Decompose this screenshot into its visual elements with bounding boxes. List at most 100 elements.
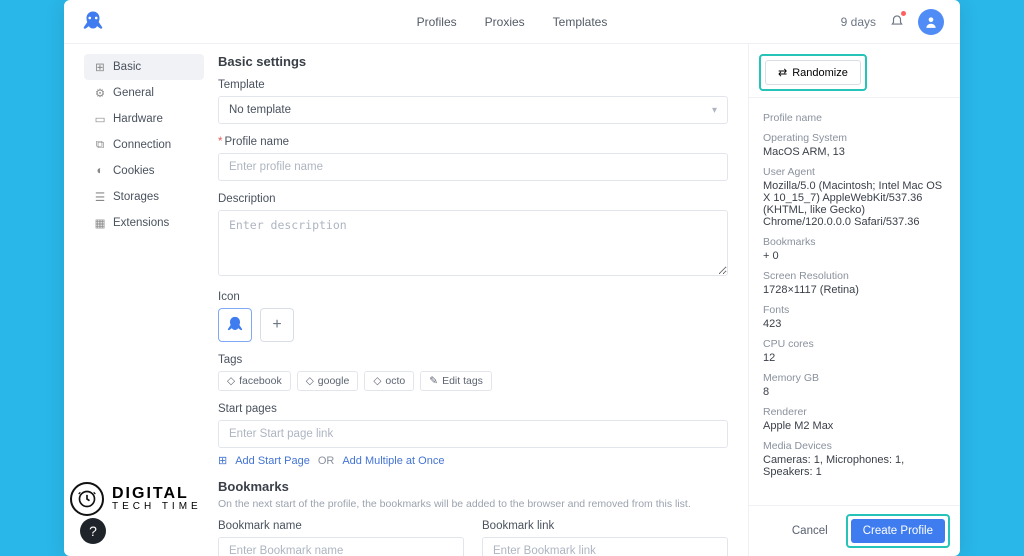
meta-renderer-value: Apple M2 Max [763,420,946,432]
description-textarea[interactable] [218,210,728,276]
profile-name-input[interactable] [218,153,728,181]
meta-os-label: Operating System [763,132,946,144]
bookmarks-title: Bookmarks [218,479,728,494]
sidebar-item-label: Hardware [113,113,163,125]
content: ⊞ Basic ⚙ General ▭ Hardware ⧉ Connectio… [64,44,748,556]
summary-scroll[interactable]: Profile name Operating System MacOS ARM,… [749,98,960,505]
link-icon: ⧉ [94,139,106,151]
bookmarks-hint: On the next start of the profile, the bo… [218,498,728,510]
sidebar-item-cookies[interactable]: ◐ Cookies [84,158,204,184]
form-column: Basic settings Template No template ▾ *P… [204,54,748,556]
nav-templates[interactable]: Templates [553,15,608,29]
meta-mem-label: Memory GB [763,372,946,384]
tag-icon: ◇ [306,375,314,387]
puzzle-icon: ▦ [94,217,106,229]
or-text: OR [318,455,335,467]
user-avatar[interactable] [918,9,944,35]
randomize-button[interactable]: ⇄ Randomize [765,60,861,85]
sidebar-item-hardware[interactable]: ▭ Hardware [84,106,204,132]
main-area: ⊞ Basic ⚙ General ▭ Hardware ⧉ Connectio… [64,44,960,556]
meta-bookmarks-label: Bookmarks [763,236,946,248]
meta-profile-name-label: Profile name [763,112,946,124]
tags-label: Tags [218,354,728,366]
edit-tags-button[interactable]: ✎Edit tags [420,371,492,391]
tag-item[interactable]: ◇octo [364,371,414,391]
sidebar-item-label: Connection [113,139,171,151]
profile-name-label: *Profile name [218,136,728,148]
nav-proxies[interactable]: Proxies [485,15,525,29]
sidebar-item-connection[interactable]: ⧉ Connection [84,132,204,158]
create-profile-button[interactable]: Create Profile [851,519,945,543]
meta-ua-label: User Agent [763,166,946,178]
description-label: Description [218,193,728,205]
sidebar-item-extensions[interactable]: ▦ Extensions [84,210,204,236]
template-select[interactable]: No template ▾ [218,96,728,124]
sidebar-item-label: Extensions [113,217,169,229]
chevron-down-icon: ▾ [712,105,717,116]
tag-icon: ◇ [373,375,381,387]
nav-profiles[interactable]: Profiles [417,15,457,29]
sidebar-item-basic[interactable]: ⊞ Basic [84,54,204,80]
icon-label: Icon [218,291,728,303]
meta-ua-value: Mozilla/5.0 (Macintosh; Intel Mac OS X 1… [763,180,946,228]
meta-os-value: MacOS ARM, 13 [763,146,946,158]
add-start-page-link[interactable]: Add Start Page [235,455,310,467]
notifications-icon[interactable] [890,13,904,30]
section-title: Basic settings [218,54,728,69]
meta-res-value: 1728×1117 (Retina) [763,284,946,296]
header-right: 9 days [841,9,944,35]
sidebar-item-label: Storages [113,191,159,203]
nav-tabs: Profiles Proxies Templates [417,15,608,29]
template-label: Template [218,79,728,91]
watermark-clock-icon [70,482,104,516]
add-multiple-link[interactable]: Add Multiple at Once [342,455,444,467]
start-pages-label: Start pages [218,403,728,415]
add-icon-button[interactable]: + [260,308,294,342]
selected-icon[interactable] [218,308,252,342]
bookmark-link-label: Bookmark link [482,520,728,532]
bookmark-name-label: Bookmark name [218,520,464,532]
meta-cpu-value: 12 [763,352,946,364]
tag-icon: ◇ [227,375,235,387]
trial-days: 9 days [841,15,876,29]
tag-item[interactable]: ◇google [297,371,359,391]
plus-square-icon: ⊞ [218,454,227,467]
sidebar-item-storages[interactable]: ☰ Storages [84,184,204,210]
gear-icon: ⚙ [94,87,106,99]
meta-renderer-label: Renderer [763,406,946,418]
meta-media-label: Media Devices [763,440,946,452]
app-logo [80,9,106,35]
database-icon: ☰ [94,191,106,203]
tag-item[interactable]: ◇facebook [218,371,291,391]
meta-fonts-value: 423 [763,318,946,330]
meta-bookmarks-value: + 0 [763,250,946,262]
sidebar-item-general[interactable]: ⚙ General [84,80,204,106]
sidebar-item-label: General [113,87,154,99]
bookmark-name-input[interactable] [218,537,464,556]
cancel-button[interactable]: Cancel [782,519,838,543]
meta-mem-value: 8 [763,386,946,398]
shuffle-icon: ⇄ [778,66,787,79]
template-value: No template [229,104,291,116]
watermark: DIGITAL TECH TIME [70,482,202,516]
sidebar-item-label: Basic [113,61,141,73]
meta-fonts-label: Fonts [763,304,946,316]
sidebar-item-label: Cookies [113,165,155,177]
pencil-icon: ✎ [429,375,438,387]
basic-icon: ⊞ [94,61,106,73]
help-button[interactable]: ? [80,518,106,544]
cookie-icon: ◐ [94,165,106,177]
start-page-input[interactable] [218,420,728,448]
meta-res-label: Screen Resolution [763,270,946,282]
watermark-line2: TECH TIME [112,502,202,512]
bookmark-link-input[interactable] [482,537,728,556]
laptop-icon: ▭ [94,113,106,125]
app-window: Profiles Proxies Templates 9 days ⊞ Basi… [64,0,960,556]
meta-media-value: Cameras: 1, Microphones: 1, Speakers: 1 [763,454,946,478]
summary-panel: ⇄ Randomize Profile name Operating Syste… [748,44,960,556]
watermark-line1: DIGITAL [112,486,202,502]
panel-footer: Cancel Create Profile [749,505,960,556]
settings-sidebar: ⊞ Basic ⚙ General ▭ Hardware ⧉ Connectio… [84,54,204,556]
header: Profiles Proxies Templates 9 days [64,0,960,44]
meta-cpu-label: CPU cores [763,338,946,350]
